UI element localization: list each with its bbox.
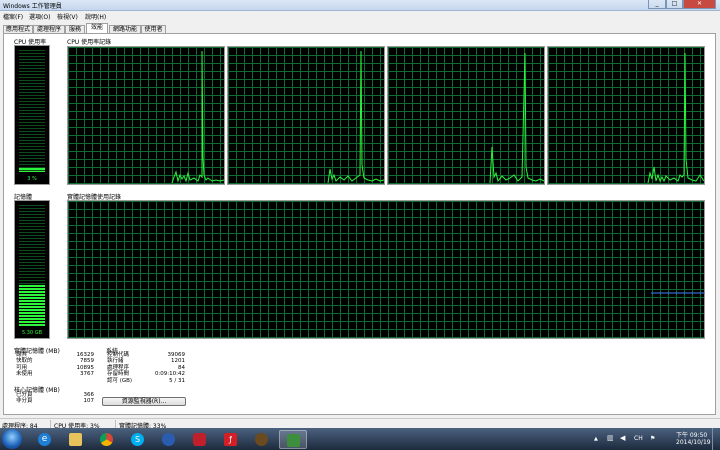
cpu-core-line xyxy=(327,50,385,184)
language-indicator[interactable]: CH xyxy=(634,435,643,442)
skype-icon[interactable]: S xyxy=(124,430,152,449)
stat-label: 未使用 xyxy=(16,371,33,378)
ie-icon[interactable]: e xyxy=(31,430,59,449)
clock-date[interactable]: 2014/10/19 xyxy=(676,439,711,446)
kernel-memory-table: 已分頁 366 非分頁 107 xyxy=(16,392,94,405)
cpu-core-line xyxy=(171,50,225,184)
close-button[interactable]: ✕ xyxy=(683,0,716,9)
memory-history-graph xyxy=(67,200,705,339)
stat-value: 107 xyxy=(83,398,95,405)
title-bar: Windows 工作管理員 _ □ ✕ xyxy=(0,0,720,11)
minimize-button[interactable]: _ xyxy=(648,0,666,9)
menu-file[interactable]: 檔案(F) xyxy=(3,12,23,21)
resource-monitor-button[interactable]: 資源監視器(R)... xyxy=(102,397,186,406)
cpu-core-graph xyxy=(547,46,705,185)
tray-arrow-icon[interactable]: ▲ xyxy=(594,436,598,442)
cpu-core-graph xyxy=(387,46,545,185)
start-button[interactable] xyxy=(2,429,22,449)
cpu-usage-fill xyxy=(19,168,45,172)
flash-icon[interactable]: ƒ xyxy=(217,430,245,449)
stat-value: 5 / 31 xyxy=(169,377,185,384)
show-desktop-button[interactable] xyxy=(712,428,720,450)
memory-history-line xyxy=(651,292,705,294)
game-icon[interactable] xyxy=(248,430,276,449)
stat-label: 非分頁 xyxy=(16,398,33,405)
cpu-usage-value: 3 % xyxy=(27,176,37,182)
flag-icon[interactable]: ⚑ xyxy=(650,435,655,442)
clock-time[interactable]: 下午 09:50 xyxy=(676,430,707,439)
memory-usage-fill xyxy=(19,285,45,326)
physical-memory-table: 總共 16329 快取的 7859 可用 10895 未使用 3767 xyxy=(16,352,94,378)
cpu-core-line xyxy=(489,52,545,184)
menu-help[interactable]: 說明(H) xyxy=(85,12,106,21)
player-icon[interactable] xyxy=(155,430,183,449)
stat-label: 認可 (GB) xyxy=(107,377,133,384)
cpu-core-graph xyxy=(67,46,225,185)
cpu-history-label: CPU 使用率記錄 xyxy=(67,39,112,46)
menu-options[interactable]: 選項(O) xyxy=(29,12,50,21)
menu-bar: 檔案(F) 選項(O) 檢視(V) 說明(H) xyxy=(0,11,720,21)
cpu-core-graph xyxy=(227,46,385,185)
taskbar: e S ƒ ▲ ▥ ◀ CH ⚑ 下午 09:50 2014/10/19 xyxy=(0,428,720,450)
chrome-icon[interactable] xyxy=(93,430,121,449)
memory-usage-value: 5.30 GB xyxy=(21,330,43,336)
stat-value: 3767 xyxy=(80,371,94,378)
menu-view[interactable]: 檢視(V) xyxy=(57,12,78,21)
cpu-usage-meter: 3 % xyxy=(14,45,50,185)
maximize-button[interactable]: □ xyxy=(666,0,683,9)
network-icon[interactable]: ▥ xyxy=(607,434,614,442)
folder-icon[interactable] xyxy=(62,430,90,449)
system-table: 控制代碼 39069 執行緒 1201 處理程序 84 存留時間 0:09:10:42 … xyxy=(107,352,185,384)
window-title: Windows 工作管理員 xyxy=(3,3,62,10)
task-manager-icon[interactable] xyxy=(279,430,307,449)
cpu-core-line xyxy=(647,52,705,184)
bag-icon[interactable] xyxy=(186,430,214,449)
memory-usage-meter: 5.30 GB xyxy=(14,200,50,339)
volume-icon[interactable]: ◀ xyxy=(620,434,625,442)
